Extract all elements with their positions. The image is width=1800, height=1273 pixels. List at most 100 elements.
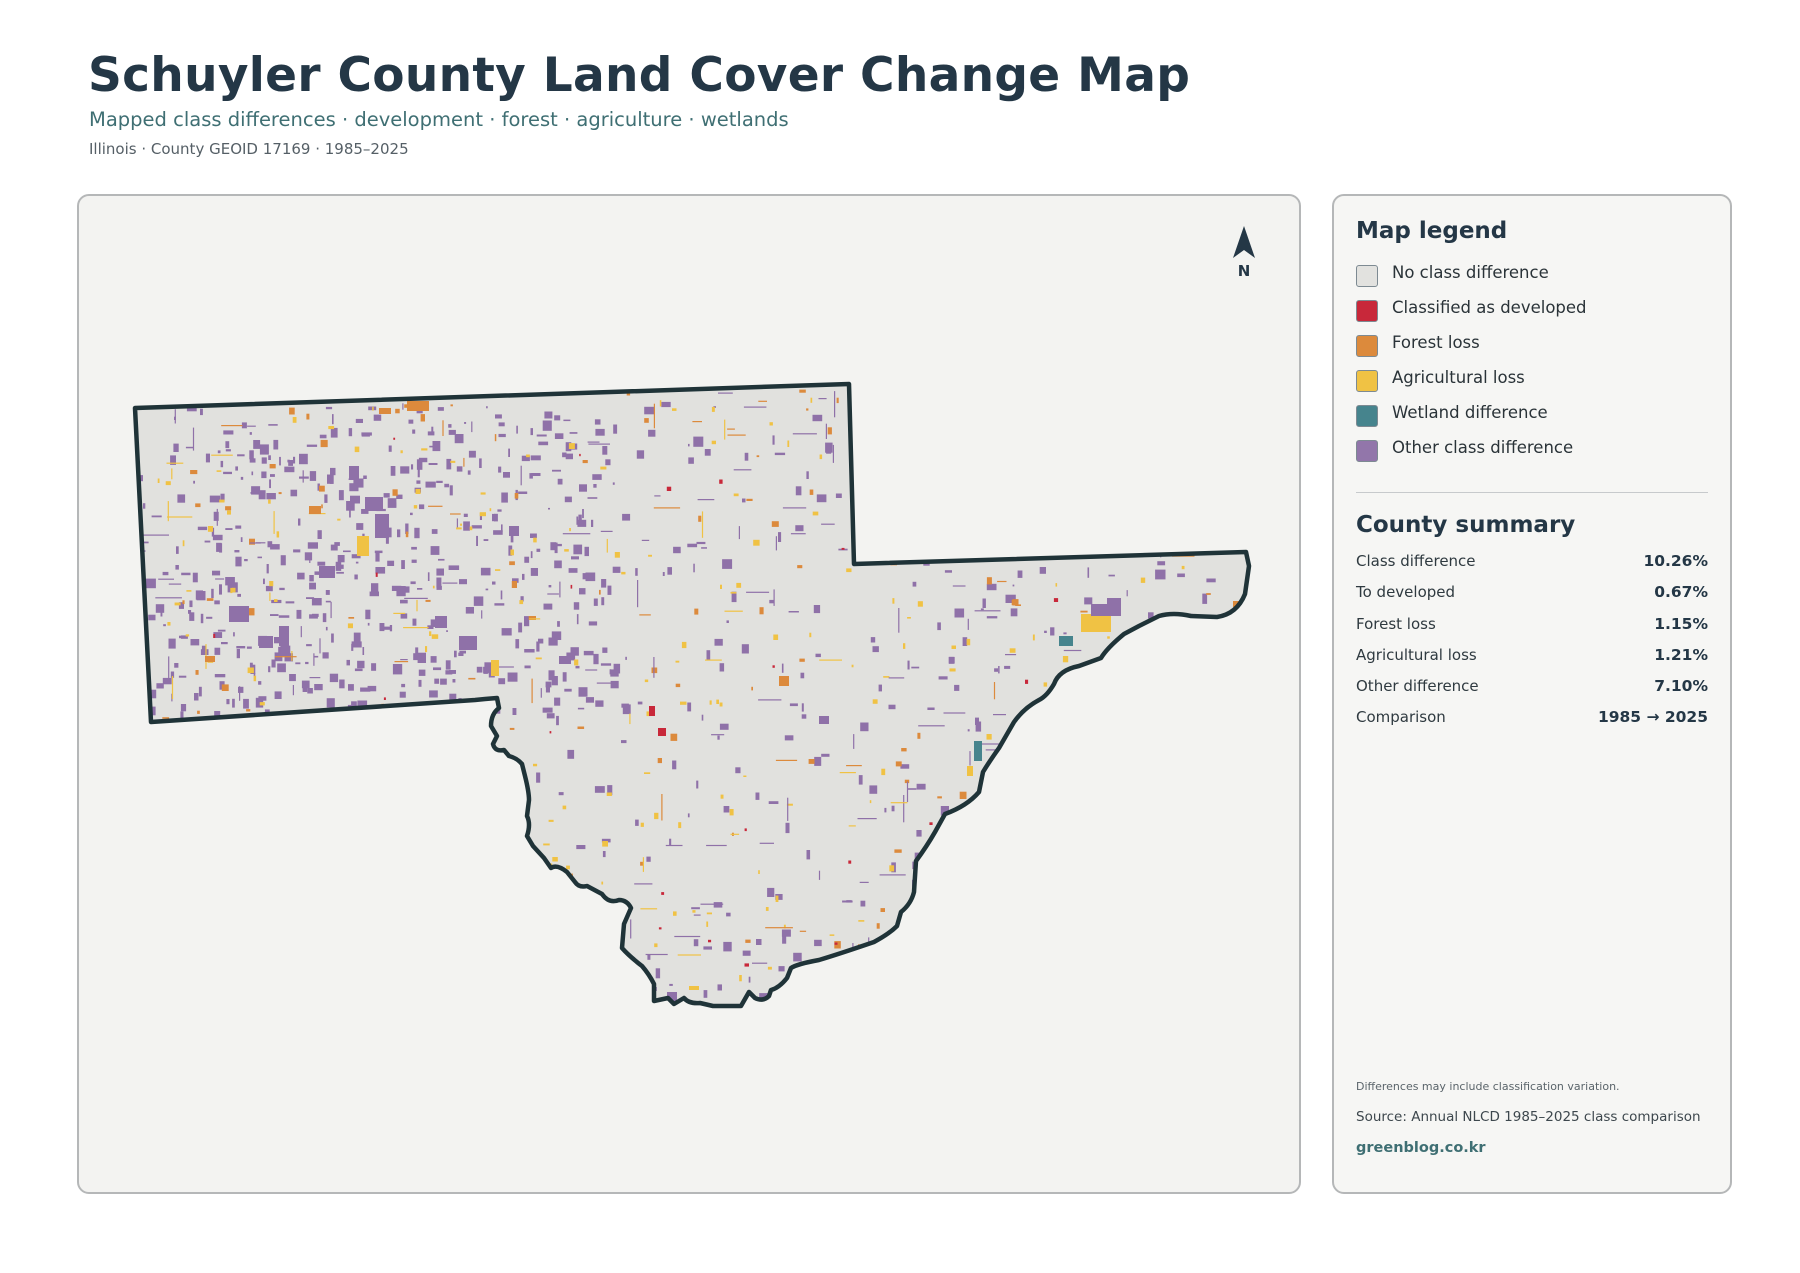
other-change-patch: [238, 838, 248, 848]
agricultural-loss-patch: [267, 721, 272, 725]
linear-change-patch: [821, 523, 835, 525]
other-change-patch: [373, 414, 382, 421]
forest-loss-patch: [436, 740, 441, 743]
other-change-patch: [1173, 756, 1181, 764]
other-change-patch: [437, 407, 444, 411]
other-change-patch: [445, 660, 451, 670]
other-change-patch: [348, 428, 353, 437]
other-change-patch: [621, 740, 627, 744]
other-change-patch: [233, 632, 235, 637]
other-change-patch: [696, 780, 699, 789]
agricultural-loss-patch: [600, 466, 607, 470]
other-change-patch: [518, 622, 523, 633]
other-change-patch: [944, 570, 952, 573]
linear-change-patch: [947, 977, 949, 1001]
agricultural-loss-patch: [216, 960, 222, 962]
other-change-patch: [341, 714, 344, 726]
agricultural-loss-patch: [603, 907, 609, 909]
agricultural-loss-patch: [1186, 861, 1189, 866]
forest-loss-patch: [877, 501, 885, 504]
other-change-patch: [325, 406, 333, 410]
other-change-patch: [635, 819, 639, 826]
other-change-patch: [158, 942, 167, 947]
linear-change-patch: [916, 545, 940, 548]
other-change-patch: [696, 541, 706, 545]
other-change-patch: [719, 723, 729, 730]
north-arrow: N: [1231, 224, 1257, 284]
other-change-patch: [317, 561, 326, 566]
agricultural-loss-patch: [1024, 968, 1027, 970]
other-change-patch: [806, 850, 811, 860]
other-change-patch: [593, 598, 598, 606]
agricultural-loss-patch: [858, 550, 862, 554]
other-change-patch: [234, 723, 241, 730]
forest-loss-patch: [1149, 859, 1154, 862]
other-change-patch: [1239, 783, 1246, 792]
linear-change-patch: [765, 927, 793, 929]
other-change-patch: [273, 439, 279, 450]
other-change-patch: [602, 851, 606, 858]
other-change-patch: [1115, 704, 1121, 708]
legend-item-agricultural-loss: Agricultural loss: [1356, 368, 1716, 403]
other-change-patch: [622, 513, 631, 521]
forest-loss-patch: [509, 727, 515, 730]
developed-patch: [1198, 510, 1202, 513]
county-map[interactable]: [79, 196, 1299, 1192]
agricultural-loss-patch: [812, 511, 819, 516]
other-change-patch: [1205, 426, 1212, 437]
developed-patch: [456, 995, 461, 1000]
agricultural-loss-patch: [167, 622, 171, 626]
developed-patch: [978, 836, 982, 840]
other-change-patch: [655, 968, 661, 979]
forest-loss-patch: [657, 758, 662, 764]
agricultural-loss-patch: [951, 645, 956, 649]
linear-change-patch: [275, 938, 303, 940]
forest-loss-patch: [246, 709, 251, 712]
agricultural-loss-patch: [186, 590, 192, 592]
other-change-patch: [723, 806, 730, 813]
other-change-patch: [579, 588, 586, 595]
change-cluster: [559, 656, 571, 664]
other-change-patch: [501, 869, 512, 873]
other-change-patch: [360, 687, 371, 692]
agricultural-loss-patch: [886, 973, 890, 979]
linear-change-patch: [381, 830, 392, 832]
other-change-patch: [200, 613, 204, 624]
agricultural-loss-patch: [1096, 894, 1101, 897]
linear-change-patch: [239, 686, 241, 701]
agricultural-loss-patch: [392, 741, 398, 746]
page-title: Schuyler County Land Cover Change Map: [88, 48, 1191, 103]
forest-loss-patch: [462, 726, 467, 734]
other-change-patch: [458, 652, 464, 656]
linear-change-patch: [302, 470, 304, 483]
agricultural-loss-patch: [601, 881, 604, 885]
other-change-patch: [870, 637, 876, 643]
forest-loss-patch: [392, 489, 398, 496]
other-change-patch: [309, 575, 314, 582]
other-change-patch: [301, 680, 310, 689]
other-change-patch: [294, 741, 303, 744]
forest-loss-patch: [456, 729, 460, 732]
agricultural-loss-patch: [892, 598, 895, 604]
linear-change-patch: [310, 892, 312, 911]
other-change-patch: [595, 700, 604, 707]
linear-change-patch: [1005, 654, 1017, 656]
other-change-patch: [687, 543, 698, 548]
other-change-patch: [498, 433, 506, 438]
linear-change-patch: [1006, 815, 1008, 837]
map-panel[interactable]: [77, 194, 1301, 1194]
site-link[interactable]: greenblog.co.kr: [1356, 1140, 1486, 1156]
other-change-patch: [922, 461, 932, 472]
other-change-patch: [145, 578, 156, 589]
other-change-patch: [812, 981, 818, 992]
other-change-patch: [1094, 416, 1103, 419]
other-change-patch: [438, 558, 445, 561]
forest-loss-patch: [836, 397, 839, 404]
agricultural-loss-patch: [425, 646, 428, 653]
forest-loss-patch: [881, 546, 887, 551]
developed-patch: [853, 976, 858, 979]
other-change-patch: [1004, 845, 1009, 854]
forest-loss-patch: [1169, 685, 1177, 692]
other-change-patch: [351, 701, 357, 707]
linear-change-patch: [1011, 515, 1013, 529]
